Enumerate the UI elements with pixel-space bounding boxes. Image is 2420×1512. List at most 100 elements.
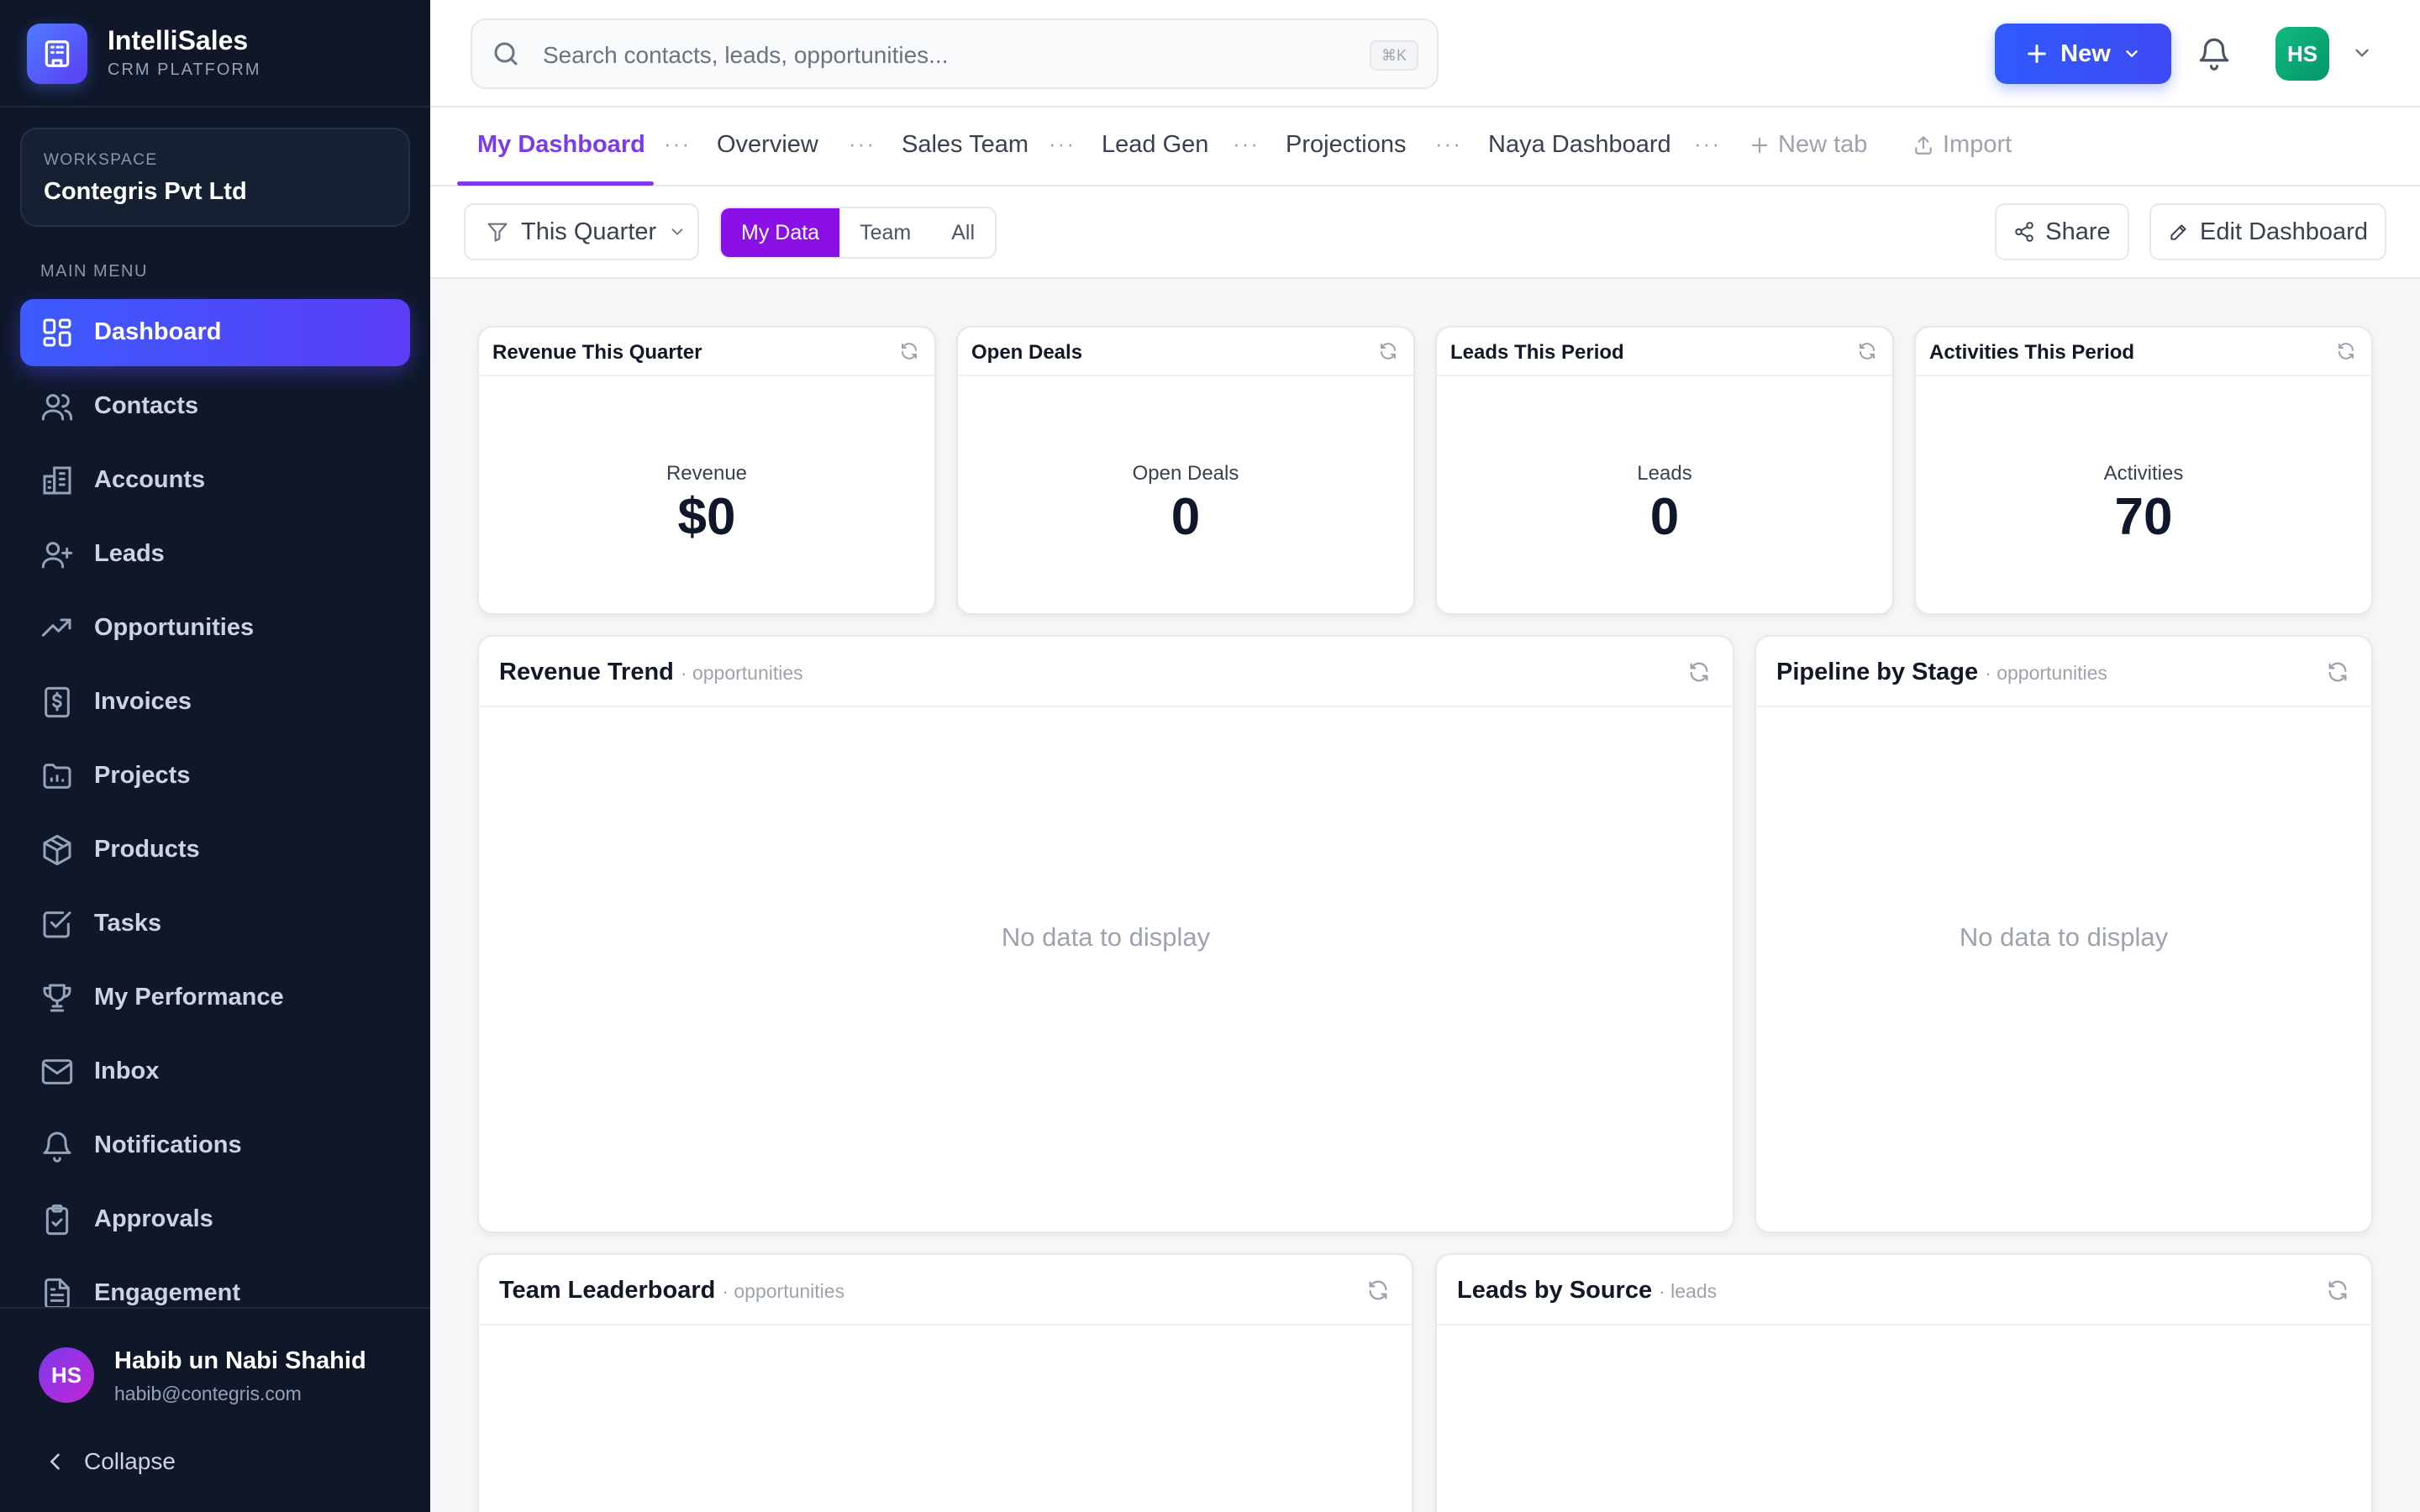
import-label: Import [1943, 131, 2012, 158]
refresh-icon[interactable] [1378, 341, 1398, 361]
kpi-value: 0 [1171, 488, 1201, 546]
tab-more-icon[interactable]: ··· [1694, 131, 1721, 157]
sidebar-item-contacts[interactable]: Contacts [20, 373, 410, 440]
kpi-label: Activities [2103, 462, 2184, 485]
filter-bar: This Quarter My Data Team All Share Edit… [430, 186, 2420, 279]
chevron-down-icon [668, 223, 687, 241]
kpi-card-leads: Leads This Period Leads 0 [1435, 326, 1894, 615]
tab-more-icon[interactable]: ··· [1049, 131, 1076, 157]
empty-state-text: No data to display [1959, 922, 2169, 952]
sidebar-item-opportunities[interactable]: Opportunities [20, 595, 410, 662]
user-avatar[interactable]: HS [39, 1347, 94, 1403]
share-button[interactable]: Share [1995, 203, 2129, 260]
dashboard-tabs: My Dashboard ··· Overview ··· Sales Team… [430, 108, 2420, 186]
refresh-icon[interactable] [1366, 1278, 1390, 1302]
tab-overview[interactable]: Overview [717, 131, 818, 159]
global-search[interactable]: Search contacts, leads, opportunities...… [471, 18, 1439, 89]
tab-more-icon[interactable]: ··· [1233, 131, 1260, 157]
user-email: habib@contegris.com [114, 1383, 302, 1404]
chevron-down-icon [2123, 45, 2141, 63]
sidebar-item-label: My Performance [94, 984, 284, 1011]
sidebar-item-label: Engagement [94, 1279, 241, 1306]
top-user-avatar[interactable]: HS [2275, 27, 2329, 81]
sidebar-item-label: Contacts [94, 392, 199, 419]
upload-icon [1912, 134, 1934, 156]
new-button[interactable]: New [1995, 24, 2171, 84]
sidebar-user-section: HS Habib un Nabi Shahid habib@contegris.… [0, 1307, 430, 1512]
sidebar-item-label: Inbox [94, 1058, 160, 1084]
sidebar-item-label: Approvals [94, 1205, 213, 1232]
tab-more-icon[interactable]: ··· [1435, 131, 1462, 157]
edit-dashboard-button[interactable]: Edit Dashboard [2149, 203, 2386, 260]
sidebar-item-products[interactable]: Products [20, 816, 410, 884]
scope-option-all[interactable]: All [931, 208, 995, 257]
tab-more-icon[interactable]: ··· [664, 131, 691, 157]
refresh-icon[interactable] [899, 341, 919, 361]
brand-subtitle: CRM PLATFORM [108, 60, 261, 79]
period-filter-value: This Quarter [521, 218, 657, 245]
kpi-card-title: Leads This Period [1450, 341, 1624, 364]
share-icon [2013, 221, 2035, 243]
grid-icon [40, 316, 74, 349]
tab-naya-dashboard[interactable]: Naya Dashboard [1488, 131, 1671, 159]
sidebar-item-projects[interactable]: Projects [20, 743, 410, 810]
kpi-card-title: Revenue This Quarter [492, 341, 702, 364]
sidebar-item-leads[interactable]: Leads [20, 521, 410, 588]
sidebar-item-dashboard[interactable]: Dashboard [20, 299, 410, 366]
tab-sales-team[interactable]: Sales Team [902, 131, 1028, 159]
filter-icon [486, 220, 509, 244]
workspace-label: WORKSPACE [44, 151, 158, 169]
sidebar-item-invoices[interactable]: Invoices [20, 669, 410, 736]
sidebar-item-label: Dashboard [94, 318, 222, 345]
notifications-bell-icon[interactable] [2196, 35, 2232, 71]
panel-title: Revenue Trend · opportunities [499, 659, 803, 686]
refresh-icon[interactable] [2326, 1278, 2349, 1302]
tab-more-icon[interactable]: ··· [849, 131, 876, 157]
period-filter-dropdown[interactable]: This Quarter [464, 203, 699, 260]
user-name: Habib un Nabi Shahid [114, 1347, 366, 1374]
trending-up-icon [40, 612, 74, 645]
invoice-icon [40, 685, 74, 719]
user-menu-chevron-icon[interactable] [2351, 42, 2373, 64]
folder-icon [40, 759, 74, 793]
refresh-icon[interactable] [1687, 660, 1711, 684]
scope-option-team[interactable]: Team [839, 208, 931, 257]
empty-state-text: No data to display [1001, 922, 1211, 952]
sidebar-item-label: Opportunities [94, 614, 255, 641]
new-button-label: New [2060, 39, 2111, 67]
sidebar-item-inbox[interactable]: Inbox [20, 1038, 410, 1105]
panel-title: Team Leaderboard · opportunities [499, 1277, 844, 1305]
sidebar-item-approvals[interactable]: Approvals [20, 1186, 410, 1253]
search-shortcut-badge: ⌘K [1369, 40, 1418, 71]
new-tab-button[interactable]: New tab [1749, 131, 1867, 159]
chevron-left-icon [44, 1450, 67, 1473]
refresh-icon[interactable] [2336, 341, 2356, 361]
kpi-card-header: Revenue This Quarter [479, 328, 934, 376]
sidebar-item-label: Invoices [94, 688, 192, 715]
search-input[interactable]: Search contacts, leads, opportunities... [543, 42, 949, 69]
kpi-card-header: Open Deals [958, 328, 1413, 376]
collapse-button[interactable]: Collapse [44, 1448, 176, 1475]
box-icon [40, 833, 74, 867]
kpi-card-header: Leads This Period [1437, 328, 1892, 376]
panel-source: · leads [1659, 1280, 1718, 1302]
sidebar-item-tasks[interactable]: Tasks [20, 890, 410, 958]
tab-lead-gen[interactable]: Lead Gen [1102, 131, 1208, 159]
kpi-label: Open Deals [1132, 462, 1239, 485]
tab-projections[interactable]: Projections [1286, 131, 1406, 159]
main-menu-label: MAIN MENU [40, 262, 148, 281]
panel-title-text: Team Leaderboard [499, 1277, 716, 1304]
scope-option-my-data[interactable]: My Data [721, 208, 840, 257]
refresh-icon[interactable] [2326, 660, 2349, 684]
sidebar-item-label: Notifications [94, 1131, 242, 1158]
search-icon [491, 39, 521, 69]
brand-logo-icon[interactable] [27, 24, 87, 84]
import-button[interactable]: Import [1912, 131, 2012, 159]
sidebar-item-accounts[interactable]: Accounts [20, 447, 410, 514]
sidebar-item-notifications[interactable]: Notifications [20, 1112, 410, 1179]
refresh-icon[interactable] [1857, 341, 1877, 361]
sidebar-item-my-performance[interactable]: My Performance [20, 964, 410, 1032]
kpi-value: 70 [2114, 488, 2173, 546]
tab-my-dashboard[interactable]: My Dashboard [477, 131, 645, 159]
workspace-switcher[interactable]: WORKSPACE Contegris Pvt Ltd [20, 128, 410, 227]
